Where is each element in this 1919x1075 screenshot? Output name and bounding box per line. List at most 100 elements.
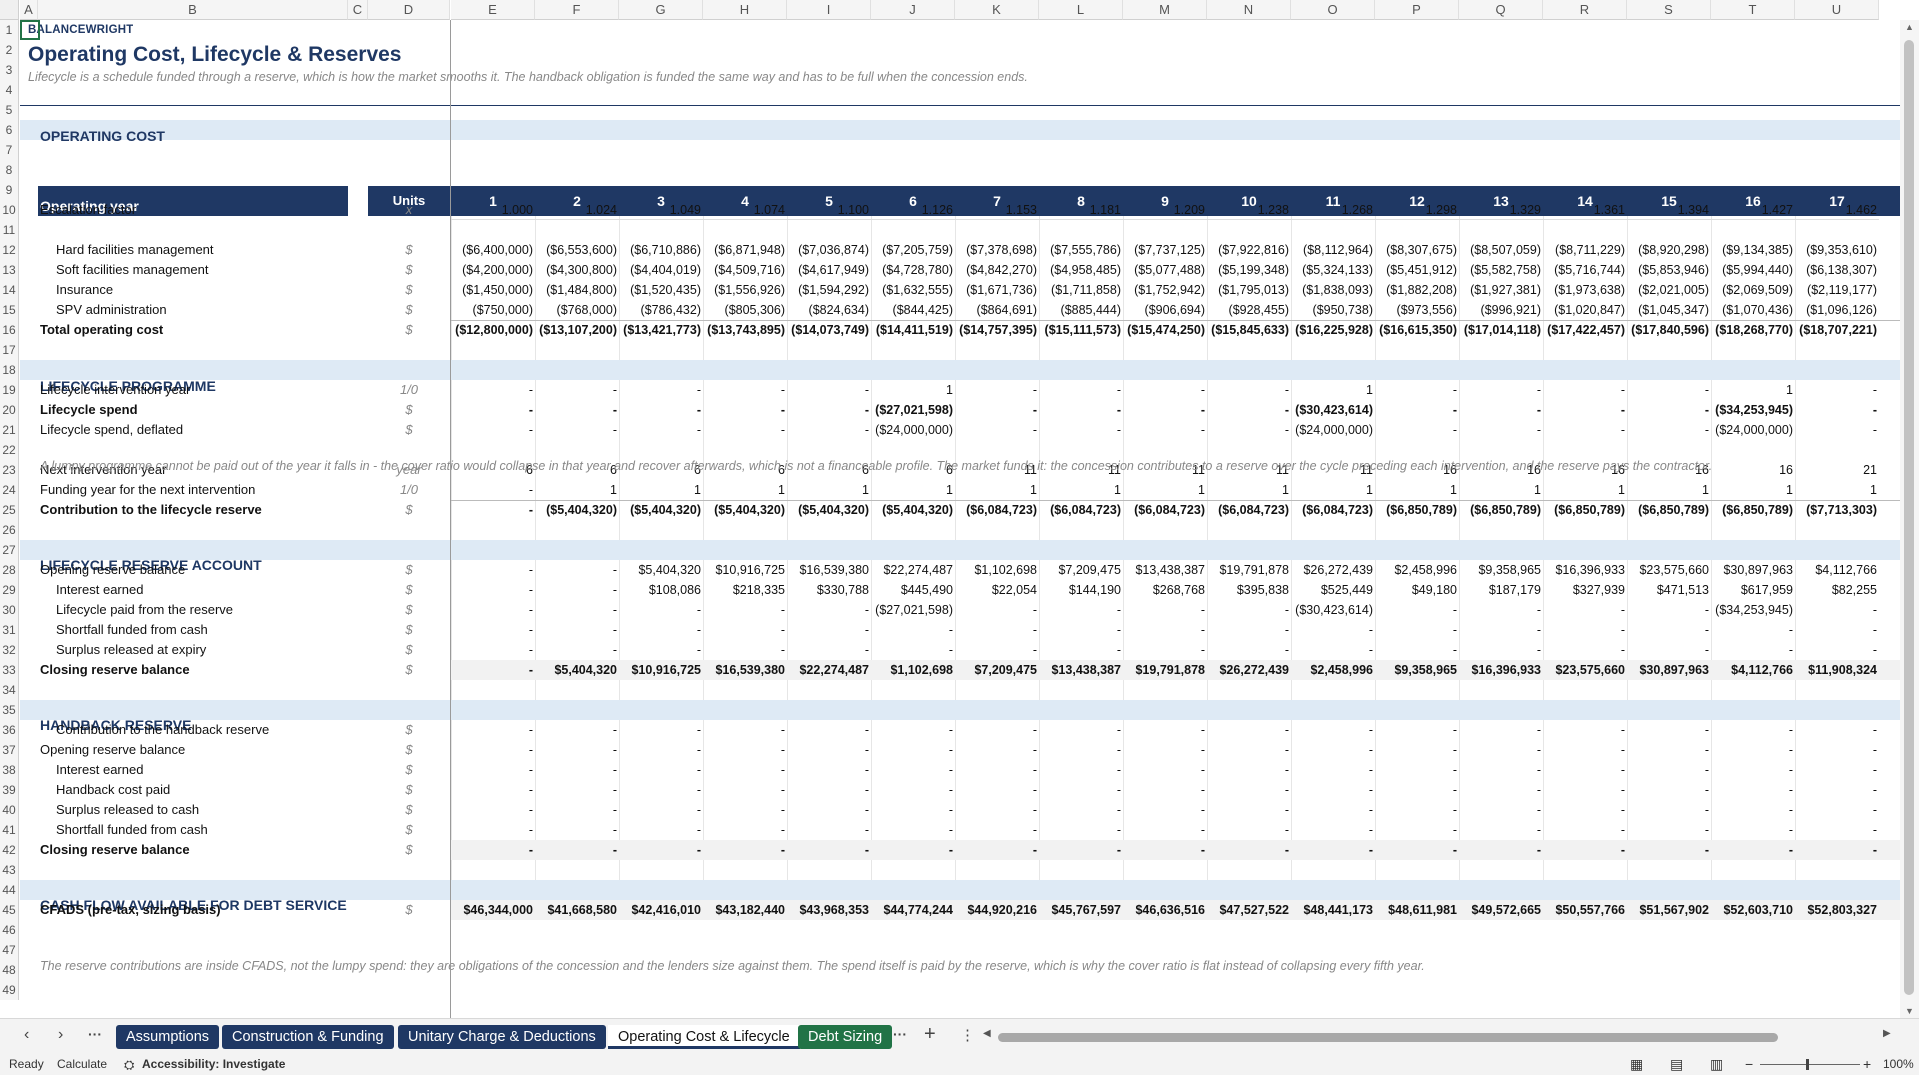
- tab-overflow-left-icon[interactable]: ···: [88, 1026, 102, 1042]
- value-cell[interactable]: ($864,691): [955, 300, 1039, 320]
- row-header[interactable]: 19: [0, 380, 19, 400]
- value-cell[interactable]: ($17,422,457): [1543, 320, 1627, 340]
- value-cell[interactable]: -: [871, 820, 955, 840]
- row-header[interactable]: 1: [0, 20, 19, 40]
- value-cell[interactable]: $82,255: [1795, 580, 1879, 600]
- value-cell[interactable]: -: [787, 780, 871, 800]
- unit-cell[interactable]: $: [368, 740, 450, 760]
- row-header[interactable]: 34: [0, 680, 19, 700]
- value-cell[interactable]: -: [871, 780, 955, 800]
- column-header[interactable]: R: [1543, 0, 1627, 20]
- value-cell[interactable]: $23,575,660: [1627, 560, 1711, 580]
- row-header[interactable]: 22: [0, 440, 19, 460]
- row-header[interactable]: 48: [0, 960, 19, 980]
- vertical-scroll-thumb[interactable]: [1904, 40, 1914, 995]
- value-cell[interactable]: ($17,014,118): [1459, 320, 1543, 340]
- value-cell[interactable]: $44,774,244: [871, 900, 955, 920]
- value-cell[interactable]: 1: [1459, 480, 1543, 500]
- value-cell[interactable]: -: [787, 400, 871, 420]
- value-cell[interactable]: -: [1375, 620, 1459, 640]
- value-cell[interactable]: -: [1039, 780, 1123, 800]
- value-cell[interactable]: -: [1291, 640, 1375, 660]
- normal-view-icon[interactable]: ▦: [1630, 1054, 1643, 1075]
- value-cell[interactable]: -: [1627, 400, 1711, 420]
- value-cell[interactable]: -: [787, 840, 871, 860]
- value-cell[interactable]: ($34,253,945): [1711, 600, 1795, 620]
- row-header[interactable]: 43: [0, 860, 19, 880]
- tab-construction-funding[interactable]: Construction & Funding: [222, 1025, 394, 1049]
- row-label[interactable]: Funding year for the next intervention: [40, 480, 340, 500]
- value-cell[interactable]: -: [1795, 780, 1879, 800]
- row-label[interactable]: Surplus released to cash: [56, 800, 356, 820]
- value-cell[interactable]: $49,572,665: [1459, 900, 1543, 920]
- value-cell[interactable]: ($4,200,000): [451, 260, 535, 280]
- value-cell[interactable]: -: [1291, 780, 1375, 800]
- value-cell[interactable]: ($17,840,596): [1627, 320, 1711, 340]
- value-cell[interactable]: -: [703, 820, 787, 840]
- value-cell[interactable]: -: [955, 760, 1039, 780]
- value-cell[interactable]: ($1,556,926): [703, 280, 787, 300]
- value-cell[interactable]: $16,539,380: [703, 660, 787, 680]
- row-header[interactable]: 14: [0, 280, 19, 300]
- unit-cell[interactable]: $: [368, 280, 450, 300]
- value-cell[interactable]: -: [1543, 740, 1627, 760]
- value-cell[interactable]: -: [1039, 420, 1123, 440]
- row-header[interactable]: 20: [0, 400, 19, 420]
- unit-cell[interactable]: $: [368, 760, 450, 780]
- row-label[interactable]: Surplus released at expiry: [56, 640, 356, 660]
- value-cell[interactable]: ($14,411,519): [871, 320, 955, 340]
- value-cell[interactable]: -: [1207, 400, 1291, 420]
- value-cell[interactable]: -: [1627, 780, 1711, 800]
- value-cell[interactable]: -: [1207, 420, 1291, 440]
- value-cell[interactable]: -: [1375, 840, 1459, 860]
- value-cell[interactable]: $50,557,766: [1543, 900, 1627, 920]
- row-label[interactable]: Shortfall funded from cash: [56, 620, 356, 640]
- value-cell[interactable]: -: [1039, 600, 1123, 620]
- hscroll-right-icon[interactable]: ▶: [1883, 1028, 1891, 1039]
- value-cell[interactable]: -: [1291, 820, 1375, 840]
- value-cell[interactable]: -: [1291, 740, 1375, 760]
- unit-cell[interactable]: $: [368, 260, 450, 280]
- value-cell[interactable]: -: [1459, 400, 1543, 420]
- column-header[interactable]: U: [1795, 0, 1879, 20]
- value-cell[interactable]: $268,768: [1123, 580, 1207, 600]
- value-cell[interactable]: ($16,615,350): [1375, 320, 1459, 340]
- value-cell[interactable]: $187,179: [1459, 580, 1543, 600]
- value-cell[interactable]: -: [535, 560, 619, 580]
- value-cell[interactable]: -: [1123, 740, 1207, 760]
- value-cell[interactable]: $26,272,439: [1207, 660, 1291, 680]
- value-cell[interactable]: ($24,000,000): [1291, 420, 1375, 440]
- value-cell[interactable]: -: [535, 420, 619, 440]
- row-header[interactable]: 40: [0, 800, 19, 820]
- row-header[interactable]: 2: [0, 40, 19, 60]
- value-cell[interactable]: $22,274,487: [871, 560, 955, 580]
- value-cell[interactable]: -: [619, 780, 703, 800]
- value-cell[interactable]: -: [703, 800, 787, 820]
- value-cell[interactable]: -: [535, 580, 619, 600]
- value-cell[interactable]: 1.153: [955, 200, 1039, 220]
- value-cell[interactable]: -: [619, 420, 703, 440]
- value-cell[interactable]: -: [619, 800, 703, 820]
- value-cell[interactable]: -: [1627, 760, 1711, 780]
- value-cell[interactable]: -: [1207, 840, 1291, 860]
- value-cell[interactable]: ($18,707,221): [1795, 320, 1879, 340]
- value-cell[interactable]: $1,102,698: [871, 660, 955, 680]
- value-cell[interactable]: ($6,084,723): [1039, 500, 1123, 520]
- value-cell[interactable]: $30,897,963: [1627, 660, 1711, 680]
- value-cell[interactable]: -: [535, 740, 619, 760]
- tab-debt-sizing[interactable]: Debt Sizing: [798, 1025, 893, 1049]
- value-cell[interactable]: $26,272,439: [1291, 560, 1375, 580]
- row-label[interactable]: CFADS (pre-tax, sizing basis): [40, 900, 340, 920]
- value-cell[interactable]: ($14,073,749): [787, 320, 871, 340]
- value-cell[interactable]: -: [1543, 820, 1627, 840]
- value-cell[interactable]: -: [1039, 620, 1123, 640]
- value-cell[interactable]: ($1,711,858): [1039, 280, 1123, 300]
- value-cell[interactable]: ($2,119,177): [1795, 280, 1879, 300]
- value-cell[interactable]: ($7,036,874): [787, 240, 871, 260]
- value-cell[interactable]: -: [955, 780, 1039, 800]
- value-cell[interactable]: $22,054: [955, 580, 1039, 600]
- value-cell[interactable]: ($1,838,093): [1291, 280, 1375, 300]
- column-header[interactable]: H: [703, 0, 787, 20]
- value-cell[interactable]: -: [535, 840, 619, 860]
- row-header[interactable]: 25: [0, 500, 19, 520]
